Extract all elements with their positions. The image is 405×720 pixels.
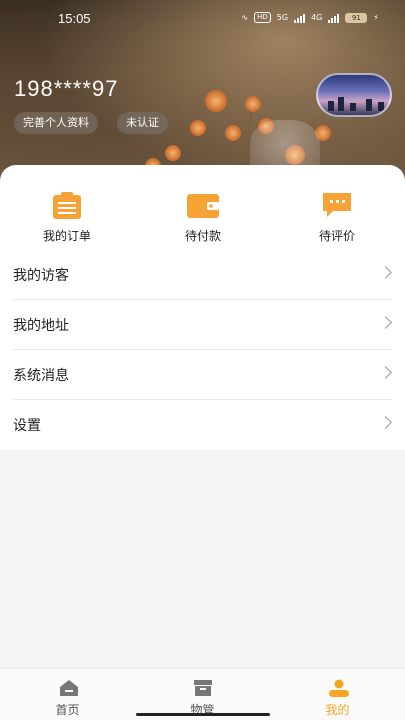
tab-mine-label: 我的 xyxy=(325,703,350,717)
signal-icon xyxy=(294,13,306,23)
tab-mine[interactable]: 我的 xyxy=(270,669,405,720)
menu-item-label: 我的访客 xyxy=(13,267,69,284)
network-5g-label: 5G xyxy=(276,13,289,22)
my-orders-label: 我的订单 xyxy=(42,229,91,243)
charging-icon: ⚡ xyxy=(373,13,379,22)
verify-status-badge[interactable]: 未认证 xyxy=(117,112,168,134)
chat-bubble-icon xyxy=(321,191,353,219)
status-icons: ∿ HD 5G 4G 91 ⚡ xyxy=(241,12,379,23)
chevron-right-icon xyxy=(379,266,392,279)
user-phone-number: 198****97 xyxy=(14,76,119,101)
tab-home[interactable]: 首页 xyxy=(0,669,135,720)
menu-item-settings[interactable]: 设置 xyxy=(13,400,392,450)
menu-item-system-messages[interactable]: 系统消息 xyxy=(13,350,392,400)
tab-home-label: 首页 xyxy=(55,703,80,717)
menu-item-visitors[interactable]: 我的访客 xyxy=(13,250,392,300)
clipboard-icon xyxy=(51,191,83,219)
person-icon xyxy=(328,679,349,697)
status-bar: 15:05 ∿ HD 5G 4G 91 ⚡ xyxy=(0,0,405,36)
menu-item-label: 我的地址 xyxy=(13,317,69,334)
pending-review-button[interactable]: 待评价 xyxy=(287,191,387,244)
home-icon xyxy=(58,679,78,697)
pending-payment-label: 待付款 xyxy=(184,229,221,243)
complete-profile-button[interactable]: 完善个人资料 xyxy=(14,112,98,134)
settings-menu: 我的访客 我的地址 系统消息 设置 xyxy=(0,250,405,450)
pending-payment-button[interactable]: 待付款 xyxy=(153,191,253,244)
menu-item-label: 系统消息 xyxy=(13,367,69,384)
my-orders-button[interactable]: 我的订单 xyxy=(17,191,117,244)
menu-item-label: 设置 xyxy=(13,418,41,434)
home-indicator xyxy=(136,713,270,716)
wallet-icon xyxy=(187,191,219,219)
nfc-icon: ∿ xyxy=(241,13,249,22)
network-4g-label: 4G xyxy=(311,13,323,22)
pending-review-label: 待评价 xyxy=(318,229,355,243)
account-card: 我的订单 待付款 待评价 我的访客 我的地址 系统消息 设置 xyxy=(0,165,405,450)
status-time: 15:05 xyxy=(58,11,91,26)
menu-item-address[interactable]: 我的地址 xyxy=(13,300,392,350)
chevron-right-icon xyxy=(379,316,392,329)
signal-icon-2 xyxy=(328,13,340,23)
chevron-right-icon xyxy=(379,366,392,379)
avatar[interactable] xyxy=(316,73,392,117)
battery-icon: 91 xyxy=(345,12,368,23)
box-icon xyxy=(193,679,213,697)
hd-badge: HD xyxy=(254,12,271,23)
chevron-right-icon xyxy=(379,416,392,429)
